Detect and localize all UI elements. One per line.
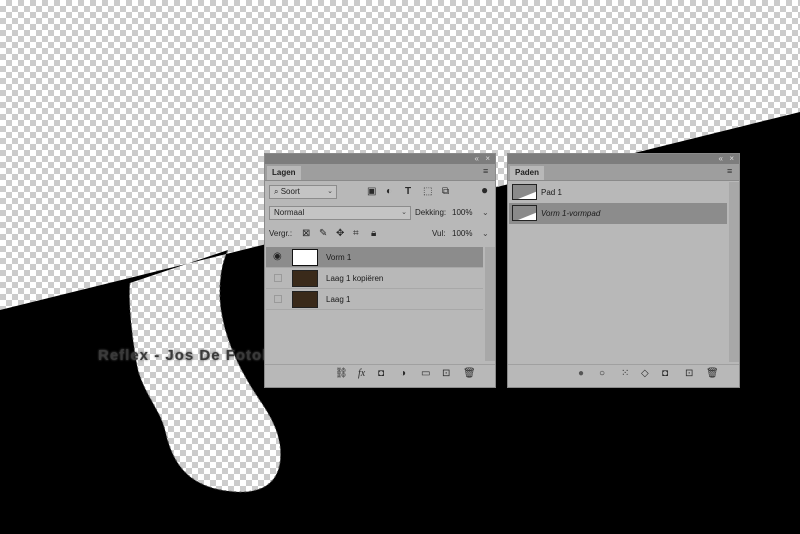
search-icon: ⌕ bbox=[274, 187, 281, 196]
trash-icon[interactable]: 🗑︎ bbox=[463, 367, 476, 381]
filter-shape-icon[interactable]: ⬚ bbox=[423, 185, 432, 199]
scrollbar[interactable] bbox=[729, 182, 739, 362]
blend-mode-label: Normaal bbox=[274, 208, 305, 217]
layer-row[interactable]: ◉ Vorm 1 bbox=[266, 247, 483, 268]
layer-thumbnail bbox=[292, 249, 318, 266]
lock-artboard-icon[interactable]: ⌗ bbox=[353, 227, 359, 241]
paths-panel-titlebar[interactable]: « × bbox=[508, 154, 739, 164]
layers-panel-titlebar[interactable]: « × bbox=[265, 154, 495, 164]
visibility-toggle[interactable] bbox=[274, 295, 282, 303]
layer-name: Laag 1 kopiëren bbox=[326, 274, 384, 283]
layer-thumbnail bbox=[292, 291, 318, 308]
path-name: Vorm 1-vormpad bbox=[541, 209, 601, 218]
chevron-down-icon: ⌄ bbox=[327, 188, 333, 195]
new-layer-icon[interactable]: ⊡ bbox=[442, 367, 450, 381]
blend-mode-select[interactable]: Normaal ⌄ bbox=[269, 206, 411, 220]
layer-name: Vorm 1 bbox=[326, 253, 352, 262]
filter-smartobject-icon[interactable]: ⧉ bbox=[442, 185, 449, 199]
scrollbar[interactable] bbox=[485, 247, 495, 361]
lock-brush-icon[interactable]: ✎ bbox=[319, 227, 327, 241]
chevron-down-icon: ⌄ bbox=[401, 209, 407, 216]
path-name: Pad 1 bbox=[541, 188, 562, 197]
tab-layers[interactable]: Lagen bbox=[267, 166, 301, 180]
close-icon[interactable]: × bbox=[729, 154, 734, 164]
fill-path-icon[interactable]: ● bbox=[578, 367, 584, 381]
group-folder-icon[interactable]: ▭ bbox=[421, 367, 430, 381]
trash-icon[interactable]: 🗑︎ bbox=[706, 367, 719, 381]
layer-row[interactable]: Laag 1 kopiëren bbox=[266, 268, 483, 289]
layer-thumbnail bbox=[292, 270, 318, 287]
add-mask-icon[interactable]: ◘ bbox=[378, 367, 384, 381]
lock-position-icon[interactable]: ✥ bbox=[336, 227, 344, 241]
eye-icon[interactable]: ◉ bbox=[273, 252, 283, 262]
filter-kind-select[interactable]: ⌕ Soort ⌄ bbox=[269, 185, 337, 199]
fill-value[interactable]: 100% bbox=[452, 227, 472, 241]
stroke-path-icon[interactable]: ○ bbox=[599, 367, 605, 381]
close-icon[interactable]: × bbox=[485, 154, 490, 164]
filter-toggle-icon[interactable]: ● bbox=[481, 183, 488, 197]
path-thumbnail bbox=[512, 205, 537, 221]
add-mask-icon[interactable]: ◘ bbox=[662, 367, 668, 381]
chevron-down-icon[interactable]: ⌄ bbox=[482, 227, 489, 241]
panel-menu-icon[interactable]: ≡ bbox=[483, 167, 491, 176]
lock-label: Vergr.: bbox=[269, 229, 293, 238]
layer-row[interactable]: Laag 1 bbox=[266, 289, 483, 310]
link-layers-icon[interactable]: ⛓ bbox=[335, 367, 348, 381]
filter-adjustment-icon[interactable]: ◐ bbox=[386, 185, 392, 199]
filter-kind-label: Soort bbox=[280, 187, 300, 196]
opacity-value[interactable]: 100% bbox=[452, 206, 472, 220]
make-workpath-icon[interactable]: ◇ bbox=[641, 367, 649, 381]
layer-name: Laag 1 bbox=[326, 295, 351, 304]
path-thumbnail bbox=[512, 184, 537, 200]
fill-label: Vul: bbox=[432, 229, 446, 238]
fx-icon[interactable]: fx bbox=[358, 367, 365, 381]
lock-all-icon[interactable]: 🔒︎ bbox=[371, 227, 376, 241]
paths-panel: « × Paden ≡ Pad 1 Vorm 1-vormpad ● ○ ⁙ ◇… bbox=[507, 153, 740, 388]
chevron-down-icon[interactable]: ⌄ bbox=[482, 206, 489, 220]
path-row[interactable]: Pad 1 bbox=[509, 182, 727, 203]
new-path-icon[interactable]: ⊡ bbox=[685, 367, 693, 381]
load-selection-icon[interactable]: ⁙ bbox=[621, 367, 629, 381]
lock-transparent-icon[interactable]: ⊠ bbox=[302, 227, 310, 241]
visibility-toggle[interactable] bbox=[274, 274, 282, 282]
collapse-icon[interactable]: « bbox=[719, 154, 723, 164]
filter-pixel-icon[interactable]: ▣ bbox=[367, 185, 376, 199]
collapse-icon[interactable]: « bbox=[475, 154, 479, 164]
path-row[interactable]: Vorm 1-vormpad bbox=[509, 203, 727, 224]
opacity-label: Dekking: bbox=[415, 208, 447, 217]
layers-panel: « × Lagen ≡ ⌕ Soort ⌄ ▣ ◐ T ⬚ ⧉ ● Normaa… bbox=[264, 153, 496, 388]
tab-paths[interactable]: Paden bbox=[510, 166, 545, 180]
panel-menu-icon[interactable]: ≡ bbox=[727, 167, 735, 176]
adjustment-layer-icon[interactable]: ◑ bbox=[400, 367, 406, 381]
filter-type-icon[interactable]: T bbox=[405, 185, 411, 199]
